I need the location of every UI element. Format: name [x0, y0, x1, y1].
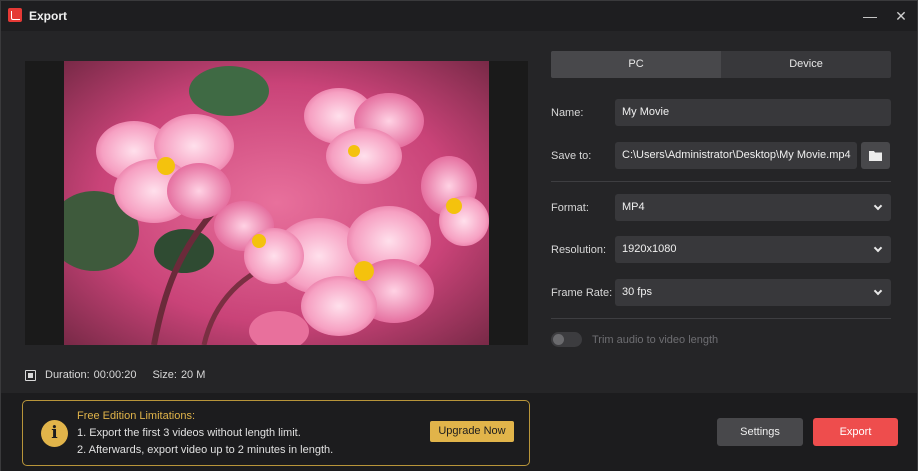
size-label: Size: [152, 369, 177, 381]
duration-value: 00:00:20 [93, 369, 137, 381]
frame-rate-label: Frame Rate: [551, 287, 613, 299]
tab-pc[interactable]: PC [551, 51, 721, 78]
size-value: 20 M [180, 369, 206, 381]
video-preview [25, 61, 528, 345]
window-title: Export [29, 9, 68, 23]
chevron-down-icon [873, 243, 883, 253]
resolution-select[interactable]: 1920x1080 [615, 236, 891, 263]
app-logo-icon [8, 8, 22, 22]
limitations-title: Free Edition Limitations: [77, 410, 195, 422]
browse-folder-button[interactable] [861, 142, 890, 169]
limitation-line-2: 2. Afterwards, export video up to 2 minu… [77, 444, 334, 456]
format-label: Format: [551, 202, 589, 214]
duration-label: Duration: [45, 369, 90, 381]
settings-button[interactable]: Settings [717, 418, 803, 446]
export-button[interactable]: Export [813, 418, 898, 446]
trim-audio-label: Trim audio to video length [592, 334, 719, 346]
save-to-label: Save to: [551, 150, 592, 162]
preview-image [64, 61, 489, 345]
name-input[interactable]: My Movie [615, 99, 891, 126]
close-button[interactable]: ✕ [890, 5, 912, 27]
resolution-label: Resolution: [551, 244, 607, 256]
resolution-value: 1920x1080 [622, 243, 677, 255]
divider [551, 181, 891, 182]
save-to-input[interactable]: C:\Users\Administrator\Desktop\My Movie.… [615, 142, 857, 169]
limitation-line-1: 1. Export the first 3 videos without len… [77, 427, 301, 439]
format-select[interactable]: MP4 [615, 194, 891, 221]
export-dialog: Export — ✕ Duration: 00:00:20 Size: 20 M… [0, 0, 918, 471]
format-value: MP4 [622, 201, 645, 213]
minimize-button[interactable]: — [859, 5, 881, 27]
export-target-tabs: PC Device [551, 51, 891, 78]
chevron-down-icon [873, 286, 883, 296]
film-icon [25, 369, 36, 381]
trim-audio-toggle[interactable] [551, 332, 582, 347]
info-icon: i [41, 420, 68, 447]
frame-rate-value: 30 fps [622, 286, 652, 298]
export-info: Duration: 00:00:20 Size: 20 M [25, 368, 221, 382]
upgrade-now-button[interactable]: Upgrade Now [430, 421, 514, 442]
frame-rate-select[interactable]: 30 fps [615, 279, 891, 306]
free-edition-notice: i Free Edition Limitations: 1. Export th… [22, 400, 530, 466]
tab-device[interactable]: Device [721, 51, 891, 78]
folder-icon [869, 151, 882, 161]
bottom-bar: i Free Edition Limitations: 1. Export th… [1, 393, 917, 471]
chevron-down-icon [873, 201, 883, 211]
title-bar: Export — ✕ [1, 1, 917, 31]
divider [551, 318, 891, 319]
name-label: Name: [551, 107, 584, 119]
